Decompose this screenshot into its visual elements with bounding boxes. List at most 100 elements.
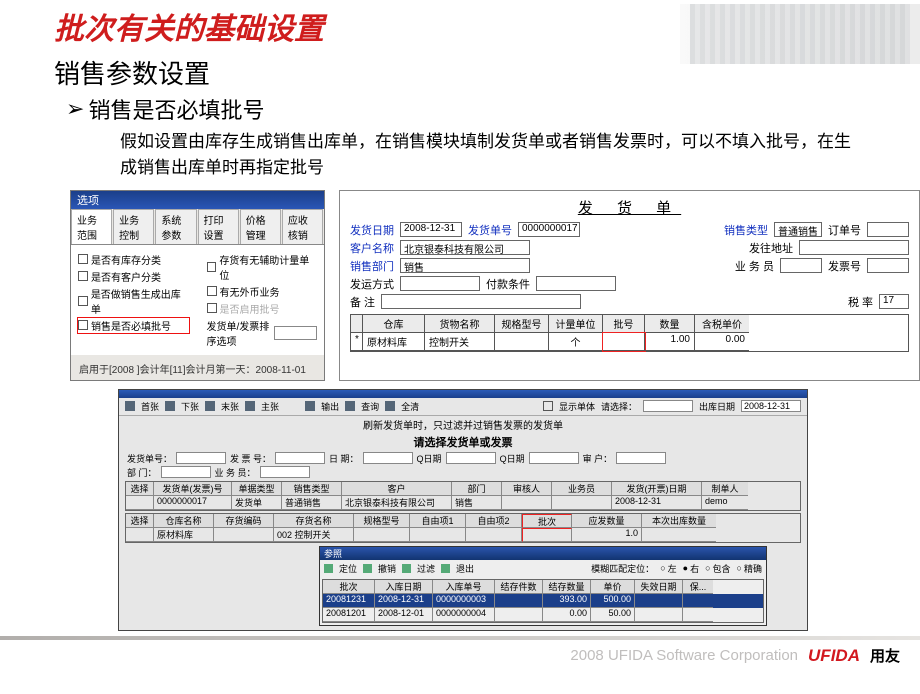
f-q1[interactable] <box>446 452 496 464</box>
main-icon[interactable] <box>245 401 255 411</box>
sort-select[interactable] <box>274 326 317 340</box>
tab-receivable[interactable]: 应收核销 <box>282 209 323 244</box>
btn-next[interactable]: 下张 <box>181 400 199 413</box>
tr1-5[interactable]: 销售 <box>452 496 502 510</box>
gr-wh[interactable]: 原材料库 <box>363 333 425 351</box>
tab-system[interactable]: 系统参数 <box>155 209 196 244</box>
radio-right[interactable]: ●右 <box>683 562 699 575</box>
val-order[interactable] <box>867 222 909 237</box>
f-audit[interactable] <box>616 452 666 464</box>
pr1-5[interactable]: 500.00 <box>591 594 635 608</box>
tr1-3[interactable]: 普通销售 <box>282 496 342 510</box>
pr1-3[interactable] <box>495 594 543 608</box>
pr2-6[interactable] <box>635 608 683 622</box>
f-q2[interactable] <box>529 452 579 464</box>
tr2-7[interactable] <box>522 528 572 542</box>
locate-icon[interactable] <box>324 564 333 573</box>
pr1-2[interactable]: 0000000003 <box>433 594 495 608</box>
radio-left[interactable]: ○左 <box>660 562 676 575</box>
btn-filter[interactable]: 过滤 <box>417 562 435 575</box>
radio-exact[interactable]: ○精确 <box>737 562 762 575</box>
chk-showbody[interactable] <box>543 401 553 411</box>
btn-first[interactable]: 首张 <box>141 400 159 413</box>
tab-control[interactable]: 业务控制 <box>113 209 154 244</box>
filter-icon[interactable] <box>402 564 411 573</box>
tr1-1[interactable]: 0000000017 <box>154 496 232 510</box>
check-batch-required[interactable]: 销售是否必填批号 <box>78 318 189 333</box>
val-no[interactable]: 0000000017 <box>518 222 580 237</box>
tr1-8[interactable]: 2008-12-31 <box>612 496 702 510</box>
pr2-0[interactable]: 20081201 <box>323 608 375 622</box>
pr1-6[interactable] <box>635 594 683 608</box>
pr1-4[interactable]: 393.00 <box>543 594 591 608</box>
btn-main[interactable]: 主张 <box>261 400 279 413</box>
select-combo[interactable] <box>643 400 693 412</box>
pr2-7[interactable] <box>683 608 713 622</box>
tab-price[interactable]: 价格管理 <box>240 209 281 244</box>
gr-spec[interactable] <box>495 333 549 351</box>
tr1-2[interactable]: 发货单 <box>232 496 282 510</box>
btn-undo[interactable]: 撤销 <box>378 562 396 575</box>
btn-clear[interactable]: 全清 <box>401 400 419 413</box>
val-date[interactable]: 2008-12-31 <box>400 222 462 237</box>
gr-price[interactable]: 0.00 <box>695 333 749 351</box>
pr2-5[interactable]: 50.00 <box>591 608 635 622</box>
gr-goods[interactable]: 控制开关 <box>425 333 495 351</box>
val-sales[interactable] <box>780 258 822 273</box>
check-sale-outstock[interactable]: 是否做销售生成出库单 <box>78 286 189 316</box>
tr2-2[interactable] <box>214 528 274 542</box>
f-fno[interactable] <box>176 452 226 464</box>
btn-exit[interactable]: 退出 <box>456 562 474 575</box>
pr2-4[interactable]: 0.00 <box>543 608 591 622</box>
last-icon[interactable] <box>205 401 215 411</box>
tab-print[interactable]: 打印设置 <box>198 209 239 244</box>
pr1-0[interactable]: 20081231 <box>323 594 375 608</box>
radio-contain[interactable]: ○包含 <box>705 562 730 575</box>
clear-icon[interactable] <box>385 401 395 411</box>
tr1-9[interactable]: demo <box>702 496 748 510</box>
pr2-3[interactable] <box>495 608 543 622</box>
tr2-6[interactable] <box>466 528 522 542</box>
f-date[interactable] <box>363 452 413 464</box>
tr2-5[interactable] <box>410 528 466 542</box>
gr-qty[interactable]: 1.00 <box>645 333 695 351</box>
check-foreign[interactable]: 有无外币业务 <box>207 284 318 299</box>
tr1-0[interactable] <box>126 496 154 510</box>
f-sales2[interactable] <box>260 466 310 478</box>
first-icon[interactable] <box>125 401 135 411</box>
f-ino[interactable] <box>275 452 325 464</box>
check-sort[interactable]: 发货单/发票排序选项 <box>207 318 318 348</box>
val-remark[interactable] <box>381 294 581 309</box>
gr-unit[interactable]: 个 <box>549 333 603 351</box>
check-enable-batch[interactable]: 是否启用批号 <box>207 301 318 316</box>
gr-batch[interactable] <box>603 333 645 351</box>
tr2-3[interactable]: 002 控制开关 <box>274 528 354 542</box>
tr2-1[interactable]: 原材料库 <box>154 528 214 542</box>
val-dept[interactable]: 销售 <box>400 258 530 273</box>
check-stock-cat[interactable]: 是否有库存分类 <box>78 252 189 267</box>
check-cust-cat[interactable]: 是否有客户分类 <box>78 269 189 284</box>
pr1-1[interactable]: 2008-12-31 <box>375 594 433 608</box>
undo-icon[interactable] <box>363 564 372 573</box>
btn-last[interactable]: 末张 <box>221 400 239 413</box>
pr2-1[interactable]: 2008-12-01 <box>375 608 433 622</box>
query-icon[interactable] <box>345 401 355 411</box>
tr2-4[interactable] <box>354 528 410 542</box>
val-inv[interactable] <box>867 258 909 273</box>
val-pay[interactable] <box>536 276 616 291</box>
tr1-6[interactable] <box>502 496 552 510</box>
val-tax[interactable]: 17 <box>879 294 909 309</box>
tab-scope[interactable]: 业务范围 <box>71 209 112 244</box>
val-cust[interactable]: 北京银泰科技有限公司 <box>400 240 530 255</box>
tr2-8[interactable]: 1.0 <box>572 528 642 542</box>
val-outdate[interactable]: 2008-12-31 <box>741 400 801 412</box>
tr2-0[interactable] <box>126 528 154 542</box>
val-ship[interactable] <box>400 276 480 291</box>
btn-locate[interactable]: 定位 <box>339 562 357 575</box>
tr1-7[interactable] <box>552 496 612 510</box>
f-dept2[interactable] <box>161 466 211 478</box>
btn-export[interactable]: 输出 <box>321 400 339 413</box>
check-aux-unit[interactable]: 存货有无辅助计量单位 <box>207 252 318 282</box>
pr1-7[interactable] <box>683 594 713 608</box>
next-icon[interactable] <box>165 401 175 411</box>
